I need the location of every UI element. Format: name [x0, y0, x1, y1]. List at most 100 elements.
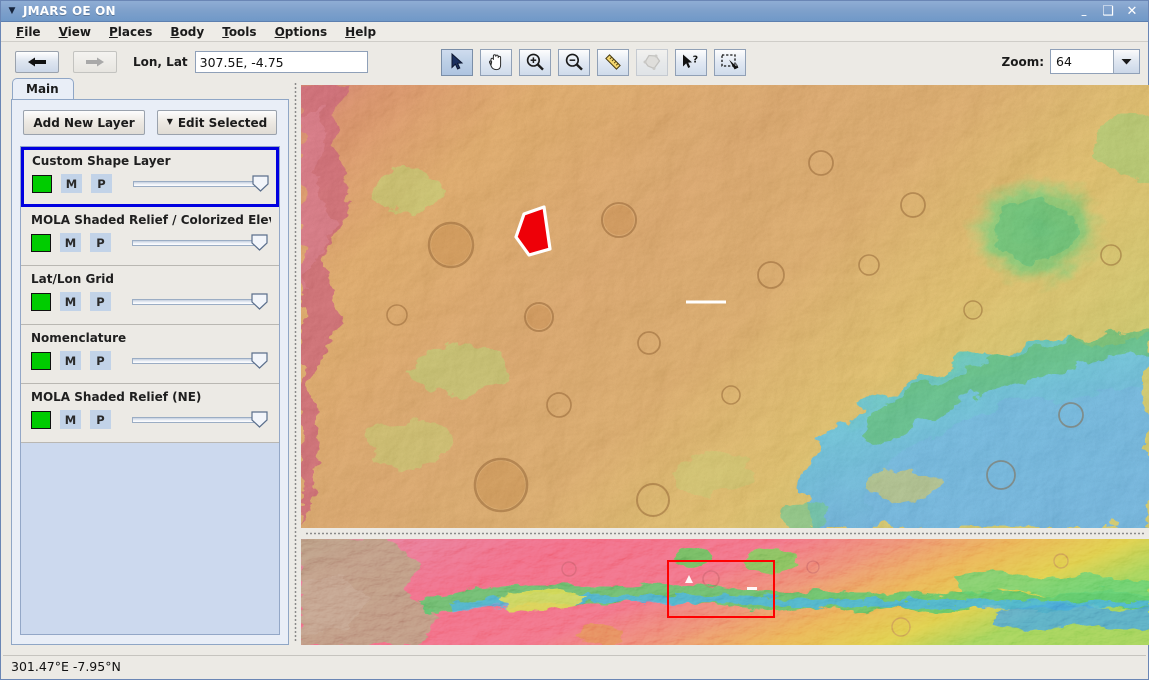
- chevron-down-icon: [1121, 59, 1132, 65]
- slider-track: [132, 417, 258, 423]
- layer-visibility-checkbox[interactable]: [31, 233, 51, 252]
- arrow-right-icon: [86, 57, 104, 67]
- title-bar: ▼ JMARS OE ON – ❑ ✕: [1, 1, 1148, 22]
- window-title: JMARS OE ON: [23, 4, 116, 18]
- status-bar: 301.47°E -7.95°N: [3, 655, 1146, 677]
- layer-p-button[interactable]: P: [90, 233, 111, 252]
- ruler-pencil-icon: [604, 54, 621, 70]
- layer-panel-buttons: Add New Layer ▼ Edit Selected: [12, 100, 288, 144]
- edit-selected-button[interactable]: ▼ Edit Selected: [156, 110, 277, 135]
- arrow-left-icon: [28, 57, 46, 67]
- zoom-value[interactable]: 64: [1051, 50, 1113, 73]
- layer-visibility-checkbox[interactable]: [32, 174, 52, 193]
- layer-m-button[interactable]: M: [60, 292, 81, 311]
- menu-bar: File View Places Body Tools Options Help: [1, 22, 1148, 42]
- layer-visibility-checkbox[interactable]: [31, 410, 51, 429]
- slider-handle-icon[interactable]: [251, 234, 268, 251]
- window-controls: – ❑ ✕: [1077, 5, 1148, 22]
- select-arrow-tool-button[interactable]: [440, 48, 473, 76]
- layer-row-lat-lon-grid[interactable]: Lat/Lon Grid M P: [21, 266, 279, 325]
- main-map-canvas: [301, 85, 1149, 528]
- layer-opacity-slider[interactable]: [132, 410, 268, 429]
- layer-m-button[interactable]: M: [60, 351, 81, 370]
- shape-tool-button[interactable]: [635, 48, 668, 76]
- edit-selected-label: Edit Selected: [177, 115, 268, 130]
- layer-p-button[interactable]: P: [91, 174, 112, 193]
- investigate-tool-button[interactable]: ?: [674, 48, 707, 76]
- maximize-icon[interactable]: ❑: [1101, 5, 1115, 18]
- layer-m-button[interactable]: M: [61, 174, 82, 193]
- region-select-tool-button[interactable]: [713, 48, 746, 76]
- layer-opacity-slider[interactable]: [132, 351, 268, 370]
- zoom-label: Zoom:: [1001, 54, 1045, 69]
- menu-view[interactable]: View: [50, 24, 100, 40]
- close-icon[interactable]: ✕: [1125, 5, 1139, 18]
- overview-map-view[interactable]: [301, 539, 1149, 645]
- zoom-combobox[interactable]: 64: [1050, 49, 1140, 74]
- menu-body[interactable]: Body: [161, 24, 213, 40]
- layer-visibility-checkbox[interactable]: [31, 292, 51, 311]
- slider-handle-icon[interactable]: [251, 352, 268, 369]
- jmars-window: ▼ JMARS OE ON – ❑ ✕ File View Places Bod…: [0, 0, 1149, 680]
- layer-name: MOLA Shaded Relief (NE): [31, 390, 202, 404]
- menu-options[interactable]: Options: [266, 24, 337, 40]
- zoom-out-tool-button[interactable]: [557, 48, 590, 76]
- layer-controls: M P: [31, 292, 271, 311]
- layer-name: Custom Shape Layer: [32, 154, 171, 168]
- menu-tools[interactable]: Tools: [213, 24, 265, 40]
- back-button[interactable]: [15, 51, 59, 73]
- window-menu-icon[interactable]: ▼: [1, 6, 23, 16]
- cursor-arrow-icon: [451, 53, 463, 70]
- add-new-layer-button[interactable]: Add New Layer: [23, 110, 145, 135]
- minimize-icon[interactable]: –: [1077, 9, 1091, 21]
- overview-map-canvas: [301, 539, 1149, 645]
- magnifier-plus-icon: [526, 53, 544, 71]
- horizontal-splitter[interactable]: [301, 528, 1149, 539]
- layer-opacity-slider[interactable]: [133, 174, 269, 193]
- cursor-question-icon: ?: [682, 54, 698, 68]
- layer-m-button[interactable]: M: [60, 233, 81, 252]
- tab-main[interactable]: Main: [12, 78, 74, 100]
- main-map-view[interactable]: [301, 85, 1149, 528]
- polygon-shape-icon: [643, 54, 660, 70]
- layer-visibility-checkbox[interactable]: [31, 351, 51, 370]
- layer-p-button[interactable]: P: [90, 351, 111, 370]
- lonlat-input[interactable]: 307.5E, -4.75: [194, 51, 368, 73]
- zoom-in-tool-button[interactable]: [518, 48, 551, 76]
- tool-bar: Lon, Lat 307.5E, -4.75 ? Zoom: 64: [1, 42, 1148, 82]
- layer-row-custom-shape-layer[interactable]: Custom Shape Layer M P: [21, 147, 279, 207]
- layer-p-button[interactable]: P: [90, 410, 111, 429]
- menu-file[interactable]: File: [7, 24, 50, 40]
- layer-opacity-slider[interactable]: [132, 233, 268, 252]
- measure-ruler-tool-button[interactable]: [596, 48, 629, 76]
- layer-controls: M P: [31, 351, 271, 370]
- splitter-grip-icon: [293, 81, 297, 642]
- lonlat-label: Lon, Lat: [133, 55, 188, 69]
- marquee-select-icon: [721, 54, 739, 70]
- layer-row-mola-shaded-relief-ne[interactable]: MOLA Shaded Relief (NE) M P: [21, 384, 279, 443]
- slider-handle-icon[interactable]: [252, 175, 269, 192]
- splitter-grip-icon: [305, 532, 1145, 535]
- menu-places[interactable]: Places: [100, 24, 161, 40]
- zoom-control: Zoom: 64: [1001, 49, 1140, 74]
- layer-row-mola-shaded-relief-colorized-elevation[interactable]: MOLA Shaded Relief / Colorized Elevat… M…: [21, 207, 279, 266]
- layer-list[interactable]: Custom Shape Layer M P MOLA Shaded Relie…: [20, 146, 280, 635]
- layer-name: Nomenclature: [31, 331, 127, 345]
- slider-handle-icon[interactable]: [251, 411, 268, 428]
- forward-button[interactable]: [73, 51, 117, 73]
- slider-handle-icon[interactable]: [251, 293, 268, 310]
- layer-controls: M P: [31, 410, 271, 429]
- slider-track: [133, 181, 259, 187]
- zoom-dropdown-button[interactable]: [1113, 50, 1139, 73]
- svg-text:?: ?: [692, 55, 698, 66]
- menu-help[interactable]: Help: [336, 24, 385, 40]
- tool-button-group: ?: [440, 48, 746, 76]
- pan-hand-tool-button[interactable]: [479, 48, 512, 76]
- layer-row-nomenclature[interactable]: Nomenclature M P: [21, 325, 279, 384]
- layer-m-button[interactable]: M: [60, 410, 81, 429]
- layer-p-button[interactable]: P: [90, 292, 111, 311]
- layer-name: Lat/Lon Grid: [31, 272, 114, 286]
- layer-opacity-slider[interactable]: [132, 292, 268, 311]
- vertical-splitter[interactable]: [290, 78, 300, 645]
- layer-controls: M P: [31, 233, 271, 252]
